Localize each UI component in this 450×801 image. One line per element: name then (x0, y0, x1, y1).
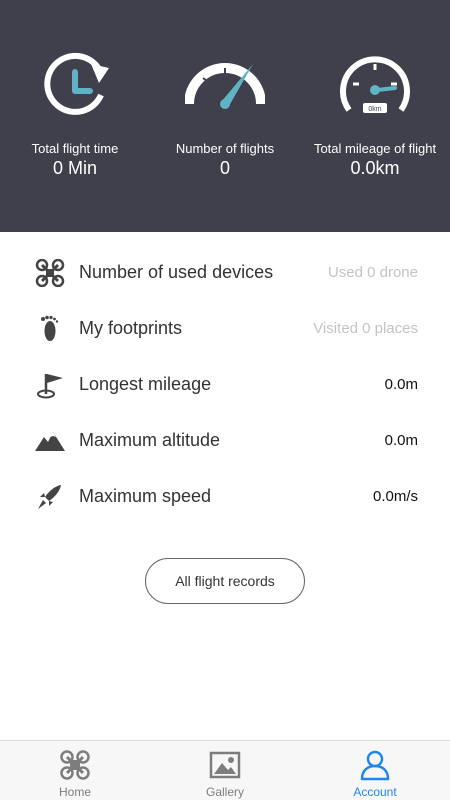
tab-label: Gallery (205, 785, 244, 799)
list-item-longest-mileage[interactable]: Longest mileage 0.0m (0, 357, 450, 413)
odometer-badge-text: 0km (368, 106, 381, 113)
list-item-value: Visited 0 places (313, 320, 418, 337)
list-item-value: 0.0m/s (372, 488, 418, 505)
flight-stats-list: Number of used devices Used 0 drone My f… (0, 245, 450, 525)
tab-home[interactable]: Home (0, 741, 150, 801)
stat-total-flight-time: Total flight time 0 Min (0, 0, 150, 232)
tab-label: Account (353, 785, 397, 799)
tab-label: Home (58, 785, 91, 799)
stat-label: Total flight time (31, 141, 119, 156)
stat-number-of-flights: Number of flights 0 (150, 0, 300, 232)
footprint-icon (41, 315, 59, 341)
list-item-label: Number of used devices (79, 262, 274, 282)
list-item-label: Maximum speed (79, 486, 212, 506)
list-item-value: 0.0m (384, 432, 418, 449)
clock-history-icon (44, 52, 109, 115)
list-item-value: 0.0m (384, 376, 418, 393)
list-item-used-devices[interactable]: Number of used devices Used 0 drone (0, 245, 450, 301)
flag-icon (37, 374, 63, 399)
list-item-maximum-altitude[interactable]: Maximum altitude 0.0m (0, 413, 450, 469)
list-item-maximum-speed[interactable]: Maximum speed 0.0m/s (0, 469, 450, 525)
tab-account[interactable]: Account (300, 741, 450, 801)
stat-value: 0.0km (350, 158, 400, 178)
rocket-icon (38, 485, 61, 509)
user-icon (360, 750, 390, 781)
stat-value: 0 (219, 158, 230, 178)
drone-icon (60, 750, 90, 780)
image-icon (209, 751, 241, 779)
stat-label: Number of flights (175, 141, 275, 156)
odometer-icon: 0km (340, 56, 410, 113)
stat-label: Total mileage of flight (313, 141, 437, 156)
list-item-label: Longest mileage (79, 374, 212, 394)
tab-gallery[interactable]: Gallery (150, 741, 300, 801)
stat-total-mileage: 0km Total mileage of flight 0.0km (300, 0, 450, 232)
list-item-label: My footprints (79, 318, 183, 338)
stat-value: 0 Min (52, 158, 97, 178)
gauge-icon (185, 63, 265, 109)
all-flight-records-button[interactable]: All flight records (145, 558, 305, 604)
bottom-tab-bar: Home Gallery Account (0, 740, 450, 800)
list-item-footprints[interactable]: My footprints Visited 0 places (0, 301, 450, 357)
stats-header: Total flight time 0 Min Number of flight… (0, 0, 450, 232)
drone-icon (35, 259, 65, 287)
mountain-icon (35, 432, 65, 451)
list-item-label: Maximum altitude (79, 430, 221, 450)
list-item-value: Used 0 drone (327, 264, 418, 281)
